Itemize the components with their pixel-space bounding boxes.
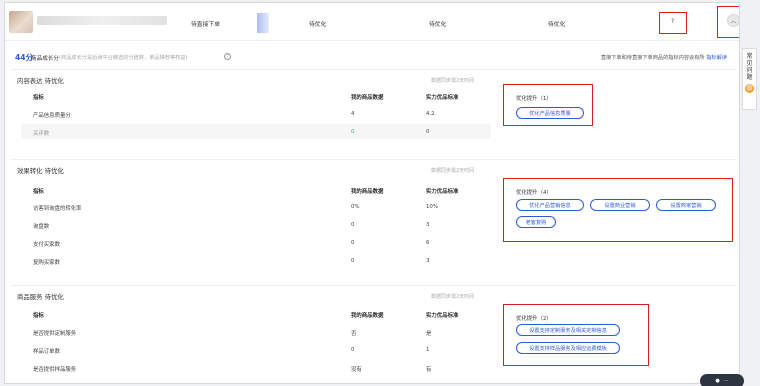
question-mark: ? <box>671 19 675 25</box>
table-row: 复购买家数 0 3 <box>21 253 491 268</box>
chevron-up-icon: ︿ <box>730 18 737 25</box>
optimize-title: 优化提升（1） <box>516 96 552 102</box>
status-cell-4: 待优化 <box>548 22 566 28</box>
metric-name: 是否提供定制服务 <box>33 331 77 337</box>
status-cell-2: 待优化 <box>309 22 327 28</box>
optimize-panel: 优化提升（4） 优化产品营销信息 设置商业营销 设置商家营销 老客复购 <box>503 178 733 242</box>
metric-mine: 0 <box>351 129 355 135</box>
set-custom-service-button[interactable]: 设置支持定制服务及相关定制信息 <box>516 324 620 336</box>
repeat-customer-button[interactable]: 老客复购 <box>516 216 556 228</box>
info-icon[interactable]: ? <box>224 53 231 60</box>
section-title: 内容表达 待优化 <box>17 77 64 85</box>
metric-standard: 6 <box>426 240 430 246</box>
section-title: 效果转化 待优化 <box>17 167 64 175</box>
set-sample-service-button[interactable]: 设置支持样品服务及相应运费模板 <box>516 342 620 354</box>
more-icon: ··· <box>723 378 729 384</box>
section-effect-conversion: 效果转化 待优化 数据同步需2天时间 指标 我的商品数据 实力优品标准 访客到询… <box>11 159 737 281</box>
section-sync-note: 数据同步需2天时间 <box>431 168 475 174</box>
faq-char: 见 <box>746 60 753 67</box>
metric-name: 支付买家数 <box>33 242 60 248</box>
table-row: 是否提供定制服务 否 是 <box>21 324 491 339</box>
col-my-data: 我的商品数据 <box>351 313 384 319</box>
optimize-product-info-button[interactable]: 优化产品信息质量 <box>516 107 584 119</box>
section-product-service: 商品服务 待优化 数据同步需2天时间 指标 我的商品数据 实力优品标准 是否提供… <box>11 285 737 383</box>
table-header: 指标 我的商品数据 实力优品标准 <box>21 182 491 197</box>
col-metric: 指标 <box>33 95 44 101</box>
col-standard: 实力优品标准 <box>426 313 459 319</box>
collapse-button[interactable]: ︿ <box>727 14 739 27</box>
optimize-title: 优化提升（4） <box>516 190 552 196</box>
metric-name: 询盘数 <box>33 224 50 230</box>
metric-name: 产品信息质量分 <box>33 113 71 119</box>
faq-char: 问 <box>746 67 753 74</box>
optimize-panel: 优化提升（1） 优化产品信息质量 <box>503 84 593 126</box>
col-my-data: 我的商品数据 <box>351 95 384 101</box>
section-sync-note: 数据同步需2天时间 <box>431 294 475 300</box>
metric-standard: 3 <box>426 222 430 228</box>
table-row: 产品信息质量分 4 4.2 <box>21 106 491 121</box>
table-row: 买评数 0 0 <box>21 124 491 139</box>
status-indicator-bar <box>257 13 269 33</box>
metric-mine: 0 <box>351 240 355 246</box>
optimize-title: 优化提升（2） <box>516 316 552 322</box>
growth-score-desc: (商品成长分是后续平台精选的分值数，单品推荐等权益) <box>59 55 188 61</box>
table-row: 是否提供样品服务 没有 有 <box>21 360 491 375</box>
table-header: 指标 我的商品数据 实力优品标准 <box>21 306 491 321</box>
metric-mine: 4 <box>351 111 355 117</box>
metric-name: 访客到询盘的转化率 <box>33 206 82 212</box>
set-business-marketing-button[interactable]: 设置商业营销 <box>590 199 650 211</box>
metric-standard: 3 <box>426 258 430 264</box>
col-metric: 指标 <box>33 189 44 195</box>
metric-name: 是否提供样品服务 <box>33 367 77 373</box>
optimize-marketing-info-button[interactable]: 优化产品营销信息 <box>516 199 584 211</box>
metric-standard: 有 <box>426 367 432 373</box>
record-icon: ● <box>715 378 720 384</box>
floating-toolbar[interactable]: ● ··· <box>700 374 744 386</box>
section-sync-note: 数据同步需2天时间 <box>431 78 475 84</box>
growth-score-label: 商品成长分 <box>31 56 59 62</box>
metric-standard: 是 <box>426 331 432 337</box>
table-header: 指标 我的商品数据 实力优品标准 <box>21 88 491 103</box>
col-my-data: 我的商品数据 <box>351 189 384 195</box>
metric-standard: 1 <box>426 347 430 353</box>
metric-mine: 0 <box>351 347 355 353</box>
metric-standard: 4.2 <box>426 111 435 117</box>
product-name-blurred <box>37 16 167 25</box>
product-detail-panel: 待直接下单 待优化 待优化 待优化 ? ︿ 44分 商品成长分 (商品成长分是后… <box>4 2 740 384</box>
faq-widget[interactable]: 常 见 问 题 <box>742 48 757 110</box>
metric-mine: 没有 <box>351 367 362 373</box>
col-metric: 指标 <box>33 313 44 319</box>
indicator-tip: 直接下单和待直接下单商品的指标内容会有所 指标解读 <box>601 54 727 61</box>
status-direct-order: 待直接下单 <box>191 22 220 28</box>
metric-standard: 0 <box>426 129 430 135</box>
section-title: 商品服务 待优化 <box>17 293 64 301</box>
metric-mine: 0 <box>351 258 355 264</box>
metric-mine: 0 <box>351 222 355 228</box>
set-merchant-marketing-button[interactable]: 设置商家营销 <box>656 199 716 211</box>
section-content-expression: 内容表达 待优化 数据同步需2天时间 指标 我的商品数据 实力优品标准 产品信息… <box>11 69 737 155</box>
indicator-guide-link[interactable]: 指标解读 <box>706 55 727 61</box>
metric-name: 样品订单数 <box>33 349 60 355</box>
col-standard: 实力优品标准 <box>426 95 459 101</box>
product-thumbnail[interactable] <box>9 11 33 33</box>
support-avatar-icon <box>745 84 754 93</box>
metric-mine: 0% <box>351 204 360 210</box>
product-summary-bar: 待直接下单 待优化 待优化 待优化 ? ︿ <box>5 3 739 41</box>
metric-name: 买评数 <box>33 131 50 137</box>
col-standard: 实力优品标准 <box>426 189 459 195</box>
metric-standard: 10% <box>426 204 438 210</box>
table-row: 支付买家数 0 6 <box>21 235 491 250</box>
indicator-tip-text: 直接下单和待直接下单商品的指标内容会有所 <box>600 55 705 61</box>
metric-mine: 否 <box>351 331 357 337</box>
score-row: 44分 商品成长分 (商品成长分是后续平台精选的分值数，单品推荐等权益) ? 直… <box>5 52 739 64</box>
table-row: 询盘数 0 3 <box>21 217 491 232</box>
faq-char: 题 <box>746 74 753 81</box>
faq-char: 常 <box>746 53 753 60</box>
optimize-panel: 优化提升（2） 设置支持定制服务及相关定制信息 设置支持样品服务及相应运费模板 <box>503 304 649 366</box>
metric-name: 复购买家数 <box>33 260 60 266</box>
status-cell-3: 待优化 <box>429 22 447 28</box>
table-row: 访客到询盘的转化率 0% 10% <box>21 199 491 214</box>
table-row: 样品订单数 0 1 <box>21 342 491 357</box>
